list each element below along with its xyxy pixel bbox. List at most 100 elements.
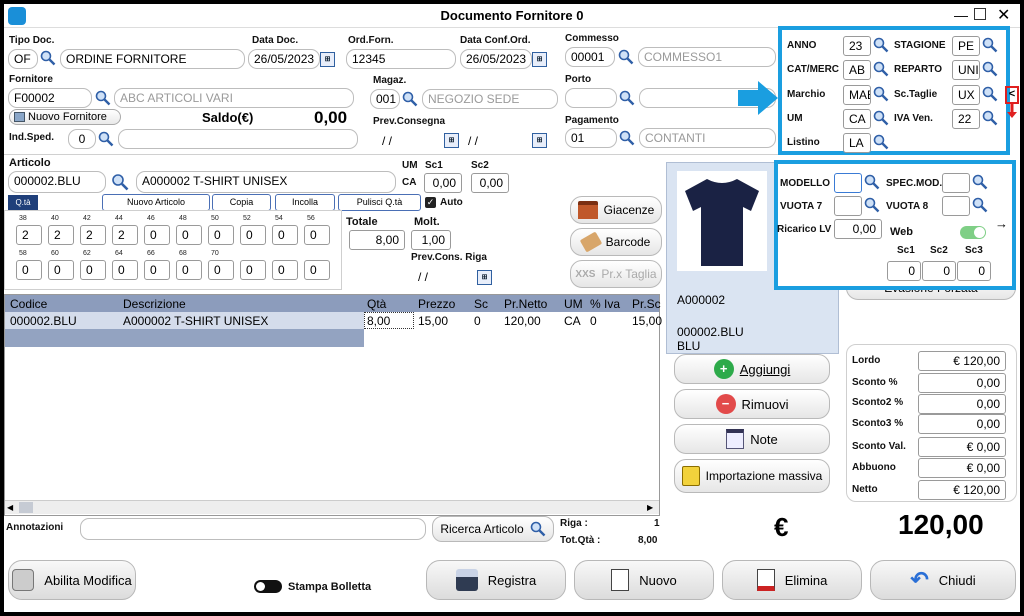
minimize-icon[interactable]: — <box>954 7 968 23</box>
data-doc-field[interactable]: 26/05/2023 <box>248 49 320 69</box>
vuota8-field[interactable] <box>942 196 970 216</box>
qty-field[interactable]: 2 <box>48 225 74 245</box>
abbuono-field[interactable]: € 0,00 <box>918 458 1006 478</box>
sc1-field[interactable]: 0,00 <box>424 173 462 193</box>
sc3-model-field[interactable]: 0 <box>957 261 991 281</box>
pulisci-qta-button[interactable]: Pulisci Q.tà <box>338 194 421 211</box>
incolla-button[interactable]: Incolla <box>275 194 335 211</box>
col-header-qta[interactable]: Qtà <box>367 297 386 311</box>
qta-tab[interactable]: Q.tà <box>8 195 38 210</box>
qty-field[interactable]: 0 <box>112 260 138 280</box>
nuovo-button[interactable]: Nuovo <box>574 560 714 600</box>
qty-field[interactable]: 0 <box>176 260 202 280</box>
nuovo-articolo-button[interactable]: Nuovo Articolo <box>102 194 210 211</box>
articolo-code[interactable]: 000002.BLU <box>8 171 106 193</box>
registra-button[interactable]: Registra <box>426 560 566 600</box>
articolo-desc[interactable]: A000002 T-SHIRT UNISEX <box>136 171 396 193</box>
search-icon[interactable] <box>980 35 1000 55</box>
search-icon[interactable] <box>862 195 882 215</box>
qty-field[interactable]: 2 <box>16 225 42 245</box>
sconto3-field[interactable]: 0,00 <box>918 414 1006 434</box>
pagamento-desc[interactable]: CONTANTI <box>639 128 776 148</box>
search-icon[interactable] <box>38 48 58 68</box>
prev-consegna-date1[interactable]: / / <box>382 134 392 148</box>
prev-consegna-date2[interactable]: / / <box>468 134 478 148</box>
search-icon[interactable] <box>970 172 990 192</box>
magaz-code[interactable]: 001 <box>370 89 400 109</box>
calendar-icon[interactable]: ⊞ <box>532 52 547 67</box>
calendar-icon[interactable]: ⊞ <box>320 52 335 67</box>
calendar-icon[interactable]: ⊞ <box>477 270 492 285</box>
listino-field[interactable]: LA <box>843 133 871 153</box>
qty-field[interactable]: 0 <box>304 260 330 280</box>
commesso-code[interactable]: 00001 <box>565 47 615 67</box>
fornitore-desc[interactable]: ABC ARTICOLI VARI <box>114 88 354 108</box>
col-header-prezzo[interactable]: Prezzo <box>418 297 455 311</box>
row-qta[interactable]: 8,00 <box>367 314 390 328</box>
search-icon[interactable] <box>871 132 891 152</box>
collapse-arrow-icon[interactable]: < <box>1005 86 1019 104</box>
giacenze-button[interactable]: Giacenze <box>570 196 662 224</box>
web-toggle[interactable] <box>960 226 986 239</box>
qty-field[interactable]: 0 <box>16 260 42 280</box>
col-header-prnetto[interactable]: Pr.Netto <box>504 297 547 311</box>
calendar-icon[interactable]: ⊞ <box>444 133 459 148</box>
marchio-field[interactable]: MAE <box>843 85 871 105</box>
ind-sped-desc[interactable] <box>118 129 358 149</box>
elimina-button[interactable]: Elimina <box>722 560 862 600</box>
modello-field[interactable] <box>834 173 862 193</box>
sctaglie-field[interactable]: UX <box>952 85 980 105</box>
pagamento-code[interactable]: 01 <box>565 128 617 148</box>
stampa-bolletta-toggle[interactable] <box>254 580 282 593</box>
search-icon[interactable] <box>862 172 882 192</box>
qty-field[interactable]: 0 <box>240 260 266 280</box>
annotazioni-field[interactable] <box>80 518 426 540</box>
search-icon[interactable] <box>96 129 116 149</box>
col-header-prsc[interactable]: Pr.Sc <box>632 297 661 311</box>
sconto-val-field[interactable]: € 0,00 <box>918 437 1006 457</box>
ord-forn-field[interactable]: 12345 <box>346 49 456 69</box>
horizontal-scrollbar[interactable]: ◀ ▶ <box>5 500 659 514</box>
qty-field[interactable]: 2 <box>80 225 106 245</box>
search-icon[interactable] <box>400 89 420 109</box>
qty-field[interactable]: 0 <box>208 225 234 245</box>
rimuovi-button[interactable]: − Rimuovi <box>674 389 830 419</box>
sc2-field[interactable]: 0,00 <box>471 173 509 193</box>
catmerc-field[interactable]: AB <box>843 60 871 80</box>
qty-field[interactable]: 0 <box>48 260 74 280</box>
search-icon[interactable] <box>980 84 1000 104</box>
note-button[interactable]: Note <box>674 424 830 454</box>
col-header-descrizione[interactable]: Descrizione <box>123 297 186 311</box>
qty-field[interactable]: 0 <box>304 225 330 245</box>
nuovo-fornitore-button[interactable]: Nuovo Fornitore <box>9 109 121 125</box>
ricarico-field[interactable]: 0,00 <box>834 219 882 239</box>
search-icon[interactable] <box>108 171 132 193</box>
qty-field[interactable]: 0 <box>80 260 106 280</box>
prx-taglia-button[interactable]: XXS Pr.x Taglia <box>570 260 662 288</box>
col-header-iva[interactable]: % Iva <box>590 297 620 311</box>
search-icon[interactable] <box>970 195 990 215</box>
qty-field[interactable]: 0 <box>144 260 170 280</box>
commesso-desc[interactable]: COMMESSO1 <box>638 47 776 67</box>
search-icon[interactable] <box>871 35 891 55</box>
sc1-model-field[interactable]: 0 <box>887 261 921 281</box>
col-header-codice[interactable]: Codice <box>10 297 47 311</box>
ricerca-articolo-button[interactable]: Ricerca Articolo <box>432 516 554 542</box>
row-prezzo[interactable]: 15,00 <box>418 314 448 328</box>
um-field[interactable]: CA <box>843 109 871 129</box>
row-sc[interactable]: 0 <box>474 314 481 328</box>
qty-field[interactable]: 0 <box>240 225 266 245</box>
ind-sped-field[interactable]: 0 <box>68 129 96 149</box>
search-icon[interactable] <box>871 84 891 104</box>
porto-code[interactable] <box>565 88 617 108</box>
magaz-desc[interactable]: NEGOZIO SEDE <box>422 89 558 109</box>
qty-field[interactable]: 0 <box>208 260 234 280</box>
copia-button[interactable]: Copia <box>212 194 271 211</box>
molt-field[interactable]: 1,00 <box>411 230 451 250</box>
anno-field[interactable]: 23 <box>843 36 871 56</box>
spec-mod-field[interactable] <box>942 173 970 193</box>
search-icon[interactable] <box>617 88 637 108</box>
search-icon[interactable] <box>617 128 637 148</box>
auto-checkbox[interactable]: ✓ <box>425 197 436 208</box>
reparto-field[interactable]: UNI <box>952 60 980 80</box>
